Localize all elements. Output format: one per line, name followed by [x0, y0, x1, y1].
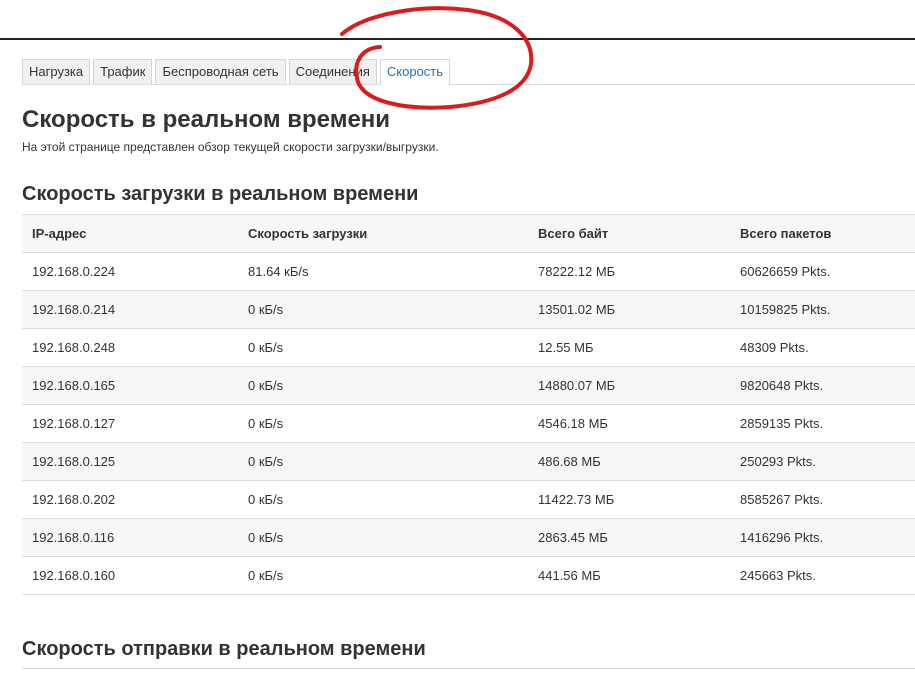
header-ip-address: IP-адрес [32, 226, 87, 241]
cell-total-packets: 1416296 Pkts. [740, 530, 824, 545]
tab-bar: Нагрузка Трафик Беспроводная сеть Соедин… [22, 59, 915, 85]
cell-ip-address: 192.168.0.165 [32, 378, 116, 393]
cell-total-bytes: 12.55 МБ [538, 340, 594, 355]
cell-ip-address: 192.168.0.127 [32, 416, 116, 431]
cell-total-bytes: 11422.73 МБ [538, 492, 615, 507]
cell-total-bytes: 4546.18 МБ [538, 416, 608, 431]
cell-total-packets: 10159825 Pkts. [740, 302, 831, 317]
cell-total-packets: 245663 Pkts. [740, 568, 816, 583]
cell-total-bytes: 2863.45 МБ [538, 530, 608, 545]
cell-total-bytes: 441.56 МБ [538, 568, 601, 583]
cell-total-packets: 250293 Pkts. [740, 454, 816, 469]
header-total-packets: Всего пакетов [740, 226, 832, 241]
table-row: 192.168.0.248 0 кБ/s 12.55 МБ 48309 Pkts… [22, 329, 915, 367]
header-total-bytes: Всего байт [538, 226, 609, 241]
cell-ip-address: 192.168.0.214 [32, 302, 116, 317]
cell-total-bytes: 486.68 МБ [538, 454, 601, 469]
table-row: 192.168.0.116 0 кБ/s 2863.45 МБ 1416296 … [22, 519, 915, 557]
cell-ip-address: 192.168.0.224 [32, 264, 116, 279]
cell-ip-address: 192.168.0.116 [32, 530, 115, 545]
tab-load[interactable]: Нагрузка [22, 59, 91, 84]
cell-download-speed: 81.64 кБ/s [248, 264, 309, 279]
cell-ip-address: 192.168.0.125 [32, 454, 116, 469]
cell-total-bytes: 14880.07 МБ [538, 378, 616, 393]
upload-table-top-border [22, 668, 915, 669]
download-section-title: Скорость загрузки в реальном времени [22, 183, 419, 205]
table-row: 192.168.0.202 0 кБ/s 11422.73 МБ 8585267… [22, 481, 915, 519]
table-row: 192.168.0.125 0 кБ/s 486.68 МБ 250293 Pk… [22, 443, 915, 481]
cell-ip-address: 192.168.0.160 [32, 568, 116, 583]
tab-traffic[interactable]: Трафик [93, 59, 153, 84]
download-speed-table: IP-адрес Скорость загрузки Всего байт Вс… [22, 214, 915, 595]
tab-wireless[interactable]: Беспроводная сеть [155, 59, 286, 84]
cell-download-speed: 0 кБ/s [248, 302, 284, 317]
cell-total-packets: 8585267 Pkts. [740, 492, 824, 507]
table-row: 192.168.0.160 0 кБ/s 441.56 МБ 245663 Pk… [22, 557, 915, 595]
cell-download-speed: 0 кБ/s [248, 530, 284, 545]
cell-total-packets: 48309 Pkts. [740, 340, 809, 355]
page-title: Скорость в реальном времени [22, 106, 391, 133]
cell-ip-address: 192.168.0.202 [32, 492, 116, 507]
cell-download-speed: 0 кБ/s [248, 416, 284, 431]
table-row: 192.168.0.165 0 кБ/s 14880.07 МБ 9820648… [22, 367, 915, 405]
cell-total-packets: 60626659 Pkts. [740, 264, 831, 279]
table-header-row: IP-адрес Скорость загрузки Всего байт Вс… [22, 215, 915, 253]
page: Нагрузка Трафик Беспроводная сеть Соедин… [0, 0, 915, 673]
tab-speed[interactable]: Скорость [379, 59, 451, 85]
header-download-speed: Скорость загрузки [248, 226, 368, 241]
cell-download-speed: 0 кБ/s [248, 378, 284, 393]
cell-download-speed: 0 кБ/s [248, 568, 284, 583]
cell-ip-address: 192.168.0.248 [32, 340, 116, 355]
cell-download-speed: 0 кБ/s [248, 340, 284, 355]
table-row: 192.168.0.224 81.64 кБ/s 78222.12 МБ 606… [22, 253, 915, 291]
cell-total-bytes: 13501.02 МБ [538, 302, 616, 317]
tab-connections[interactable]: Соединения [288, 59, 377, 84]
cell-download-speed: 0 кБ/s [248, 454, 284, 469]
table-row: 192.168.0.127 0 кБ/s 4546.18 МБ 2859135 … [22, 405, 915, 443]
cell-total-packets: 9820648 Pkts. [740, 378, 824, 393]
table-row: 192.168.0.214 0 кБ/s 13501.02 МБ 1015982… [22, 291, 915, 329]
upload-section-title: Скорость отправки в реальном времени [22, 638, 426, 660]
top-bar [0, 0, 915, 40]
cell-download-speed: 0 кБ/s [248, 492, 284, 507]
cell-total-packets: 2859135 Pkts. [740, 416, 824, 431]
page-description: На этой странице представлен обзор текущ… [22, 140, 439, 154]
cell-total-bytes: 78222.12 МБ [538, 264, 616, 279]
